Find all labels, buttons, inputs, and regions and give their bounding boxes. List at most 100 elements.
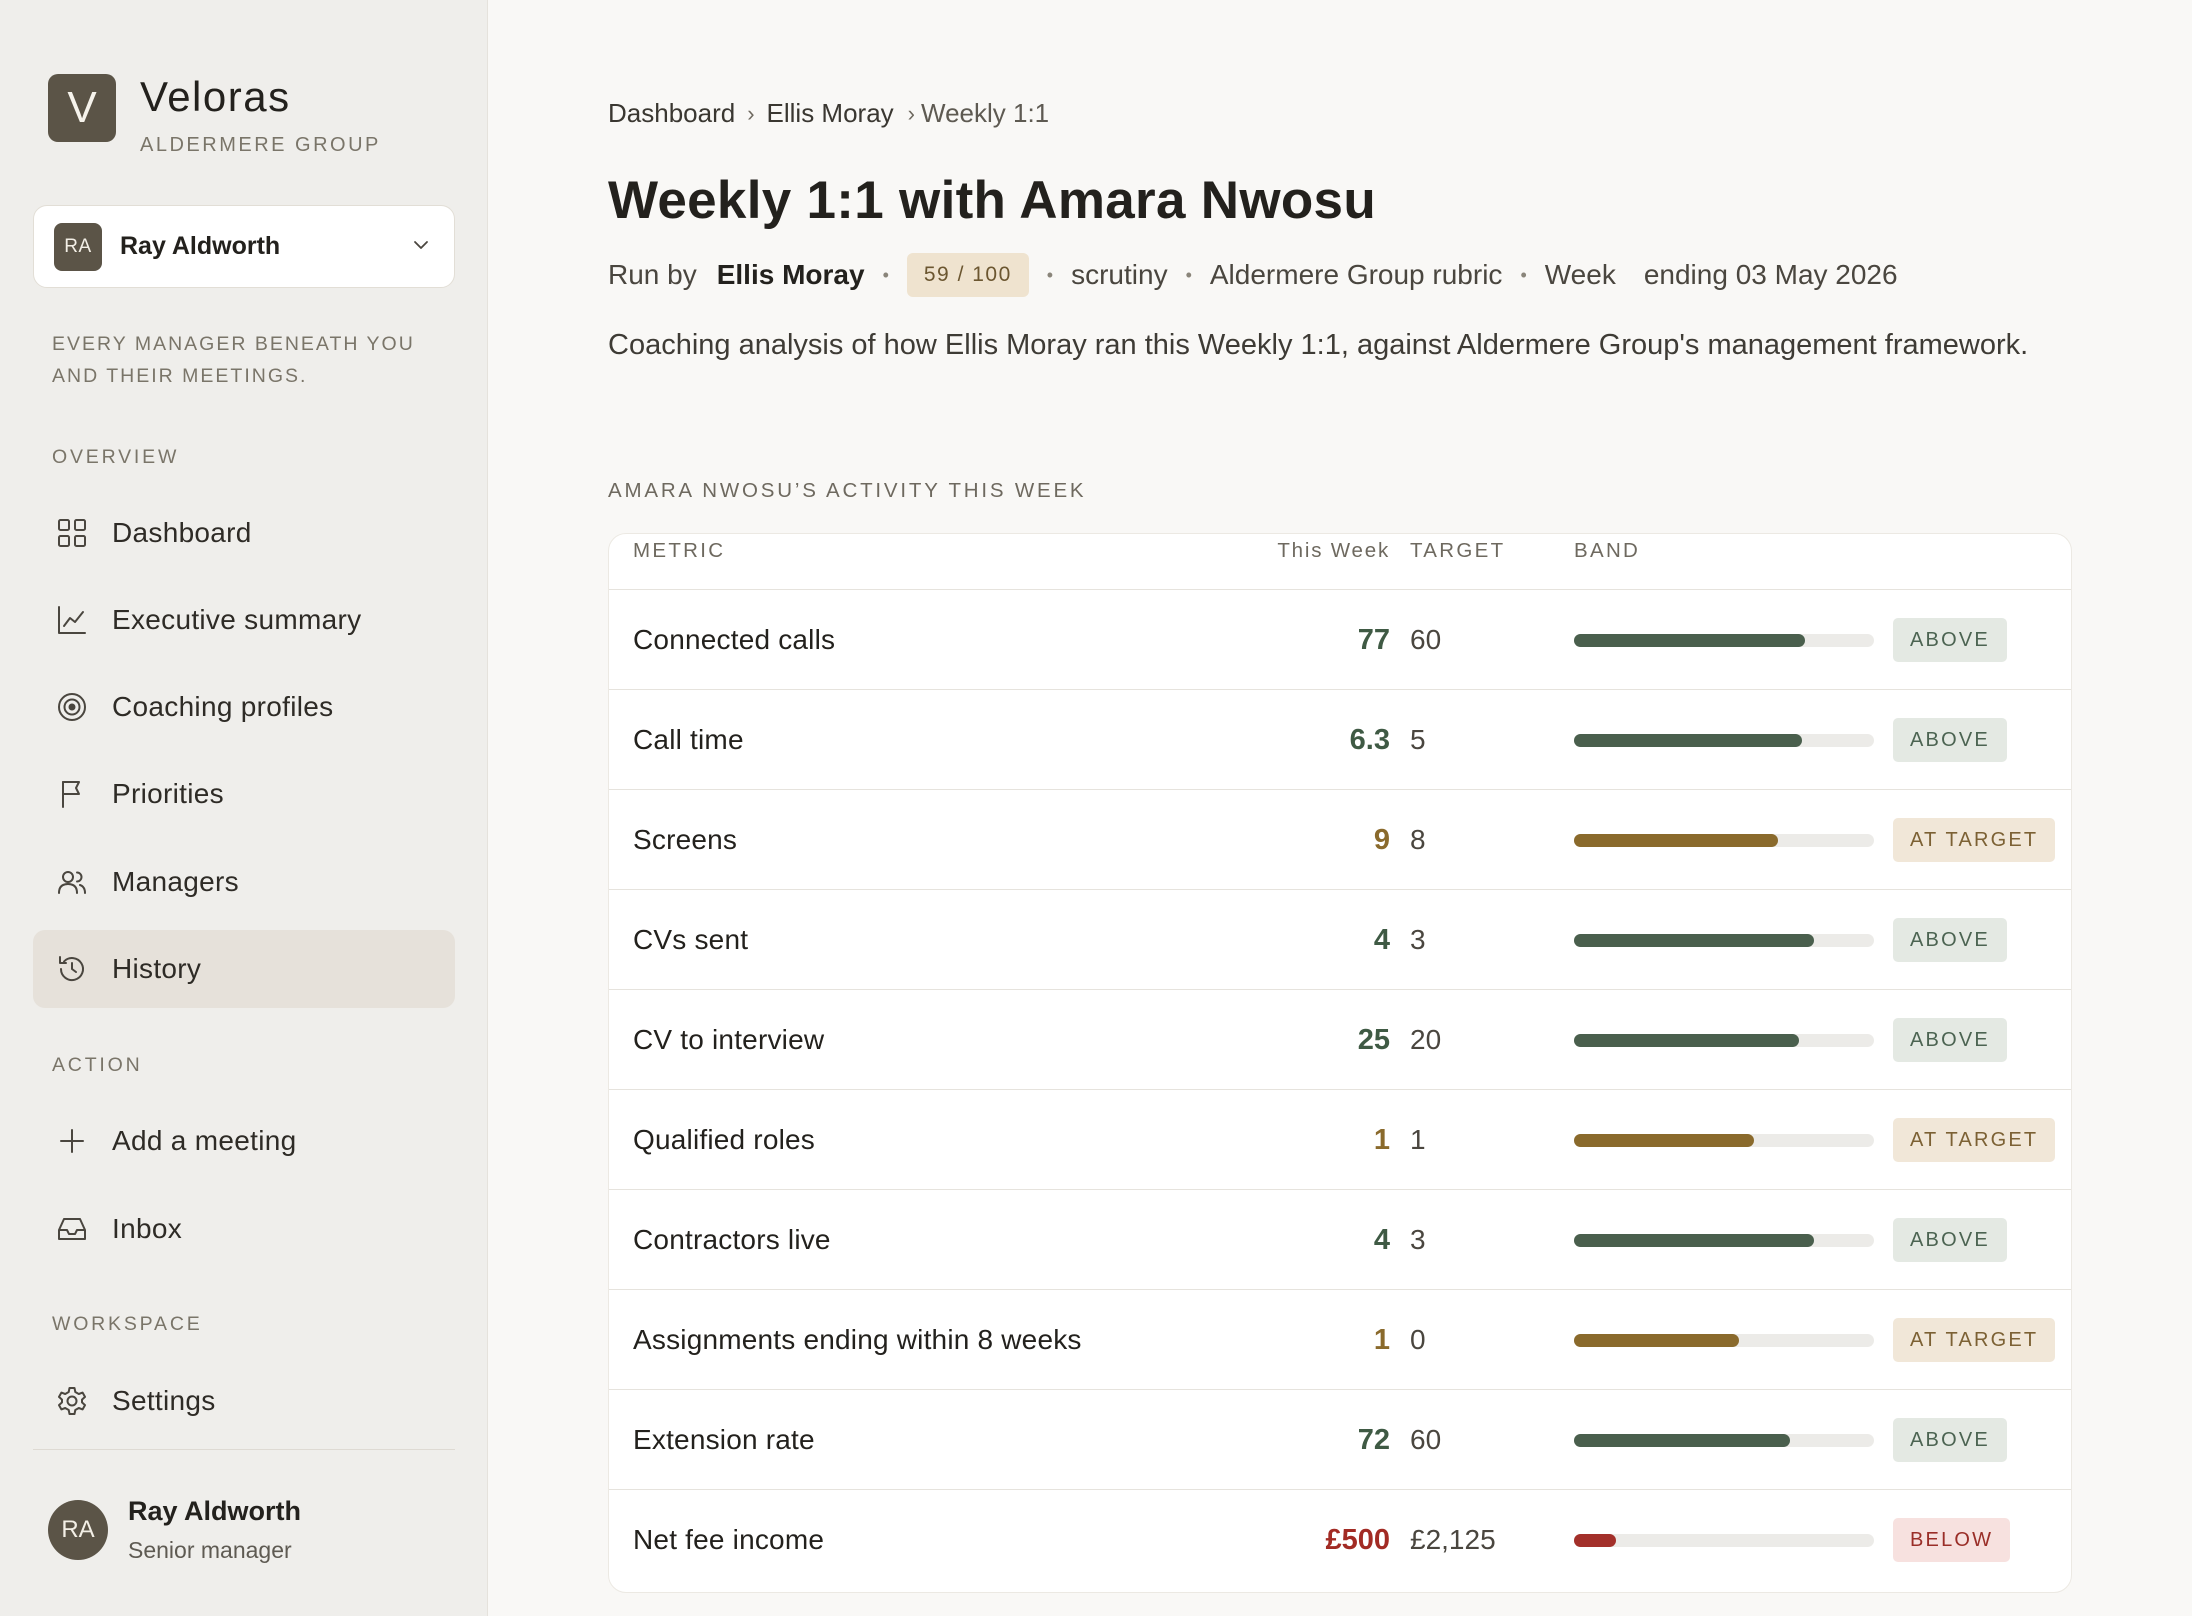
brand: V Veloras ALDERMERE GROUP (48, 74, 381, 157)
band-bar (1574, 934, 1874, 947)
page-description: Coaching analysis of how Ellis Moray ran… (608, 329, 2029, 361)
band-bar-fill (1574, 1134, 1754, 1147)
table-header: METRIC This Week TARGET BAND (609, 534, 2071, 590)
history-icon (55, 952, 89, 986)
section-label-overview: OVERVIEW (52, 446, 180, 468)
analysis-mode: scrutiny (1071, 259, 1168, 290)
week-ending: ending 03 May 2026 (1643, 259, 1898, 290)
band-badge: ABOVE (1893, 718, 2007, 762)
breadcrumb-dashboard[interactable]: Dashboard (608, 98, 735, 129)
sidebar-item-coaching-profiles[interactable]: Coaching profiles (33, 668, 455, 746)
table-row[interactable]: Net fee income £500 £2,125 BELOW (609, 1490, 2071, 1590)
target-value: 60 (1410, 624, 1442, 655)
table-row[interactable]: Qualified roles 1 1 AT TARGET (609, 1090, 2071, 1190)
brand-logo: V (48, 74, 116, 142)
target-value: 8 (1410, 824, 1426, 855)
table-row[interactable]: Assignments ending within 8 weeks 1 0 AT TA… (609, 1290, 2071, 1390)
table-row[interactable]: Contractors live 4 3 ABOVE (609, 1190, 2071, 1290)
avatar: RA (54, 222, 102, 271)
band-bar (1574, 1034, 1874, 1047)
column-header-target: TARGET (1410, 539, 1506, 562)
sidebar-item-executive-summary[interactable]: Executive summary (33, 581, 455, 659)
org-name: ALDERMERE GROUP (140, 134, 381, 156)
metric-name: Assignments ending within 8 weeks (633, 1324, 1082, 1355)
divider (33, 1449, 455, 1450)
sidebar-item-add-meeting[interactable]: Add a meeting (33, 1102, 455, 1180)
breadcrumb-current: Weekly 1:1 (921, 98, 1050, 128)
band-bar-fill (1574, 1334, 1739, 1347)
sidebar-item-inbox[interactable]: Inbox (33, 1190, 455, 1268)
metric-name: CVs sent (633, 924, 749, 955)
band-badge: BELOW (1893, 1518, 2011, 1562)
run-by-name[interactable]: Ellis Moray (717, 259, 865, 291)
target-value: 3 (1410, 1224, 1426, 1255)
plus-icon (55, 1124, 89, 1158)
sidebar-item-priorities[interactable]: Priorities (33, 755, 455, 833)
metric-name: Net fee income (633, 1524, 825, 1555)
band-badge: ABOVE (1893, 618, 2007, 662)
chevron-down-icon (412, 236, 430, 259)
table-row[interactable]: CVs sent 4 3 ABOVE (609, 890, 2071, 990)
band-bar (1574, 734, 1874, 747)
target-icon (55, 690, 89, 724)
profile-name: Ray Aldworth (128, 1496, 302, 1526)
band-bar-fill (1574, 634, 1805, 647)
band-bar-fill (1574, 934, 1814, 947)
band-bar-fill (1574, 1434, 1790, 1447)
week-label: Week (1544, 259, 1616, 290)
line-chart-icon (55, 603, 89, 637)
metric-name: Extension rate (633, 1424, 815, 1455)
activity-section-title: AMARA NWOSU’S ACTIVITY THIS WEEK (608, 479, 1087, 502)
sidebar-item-label: Add a meeting (112, 1125, 297, 1156)
table-row[interactable]: Connected calls 77 60 ABOVE (609, 590, 2071, 690)
band-bar-fill (1574, 834, 1778, 847)
band-bar (1574, 1234, 1874, 1247)
band-badge: ABOVE (1893, 1218, 2007, 1262)
this-week-value: 6.3 (1349, 724, 1390, 756)
user-switcher[interactable]: RA Ray Aldworth (33, 205, 455, 288)
sidebar-item-label: Dashboard (112, 517, 252, 548)
activity-table: METRIC This Week TARGET BAND Connected c… (608, 533, 2072, 1593)
target-value: 0 (1410, 1324, 1426, 1355)
this-week-value: 1 (1373, 1124, 1390, 1156)
band-badge: ABOVE (1893, 1018, 2007, 1062)
this-week-value: 1 (1373, 1324, 1390, 1356)
breadcrumb: Dashboard › Ellis Moray › Weekly 1:1 (608, 98, 1049, 129)
sidebar-item-managers[interactable]: Managers (33, 843, 455, 921)
meeting-meta: Run by Ellis Moray • 59 / 100 • scrutiny… (608, 253, 1898, 297)
metric-name: Qualified roles (633, 1124, 815, 1155)
sidebar-tagline: EVERY MANAGER BENEATH YOU AND THEIR MEET… (52, 333, 415, 387)
flag-icon (55, 777, 89, 811)
sidebar-item-dashboard[interactable]: Dashboard (33, 494, 455, 572)
band-badge: ABOVE (1893, 918, 2007, 962)
current-user-profile[interactable]: RA Ray Aldworth Senior manager (48, 1496, 301, 1564)
section-label-action: ACTION (52, 1054, 143, 1076)
sidebar-item-label: Priorities (112, 778, 224, 809)
sidebar-item-label: Inbox (112, 1213, 182, 1244)
target-value: 1 (1410, 1124, 1426, 1155)
user-switcher-name: Ray Aldworth (120, 232, 281, 260)
band-badge: ABOVE (1893, 1418, 2007, 1462)
breadcrumb-separator: › (907, 100, 915, 126)
table-row[interactable]: Screens 9 8 AT TARGET (609, 790, 2071, 890)
sidebar-item-settings[interactable]: Settings (33, 1362, 455, 1440)
this-week-value: 25 (1357, 1024, 1390, 1056)
target-value: £2,125 (1410, 1524, 1496, 1555)
score-badge: 59 / 100 (906, 253, 1029, 297)
column-header-this-week: This Week (1277, 539, 1390, 562)
metric-name: CV to interview (633, 1024, 825, 1055)
rubric-name: Aldermere Group rubric (1209, 259, 1503, 290)
table-row[interactable]: Call time 6.3 5 ABOVE (609, 690, 2071, 790)
breadcrumb-manager[interactable]: Ellis Moray (767, 98, 894, 129)
this-week-value: 72 (1357, 1424, 1390, 1456)
target-value: 20 (1410, 1024, 1442, 1055)
band-bar-fill (1574, 1234, 1814, 1247)
band-bar (1574, 634, 1874, 647)
table-row[interactable]: Extension rate 72 60 ABOVE (609, 1390, 2071, 1490)
meta-separator: • (1520, 264, 1527, 285)
sidebar-item-history[interactable]: History (33, 930, 455, 1008)
users-icon (55, 865, 89, 899)
this-week-value: 77 (1357, 624, 1390, 656)
table-row[interactable]: CV to interview 25 20 ABOVE (609, 990, 2071, 1090)
sidebar-item-label: Executive summary (112, 604, 362, 635)
